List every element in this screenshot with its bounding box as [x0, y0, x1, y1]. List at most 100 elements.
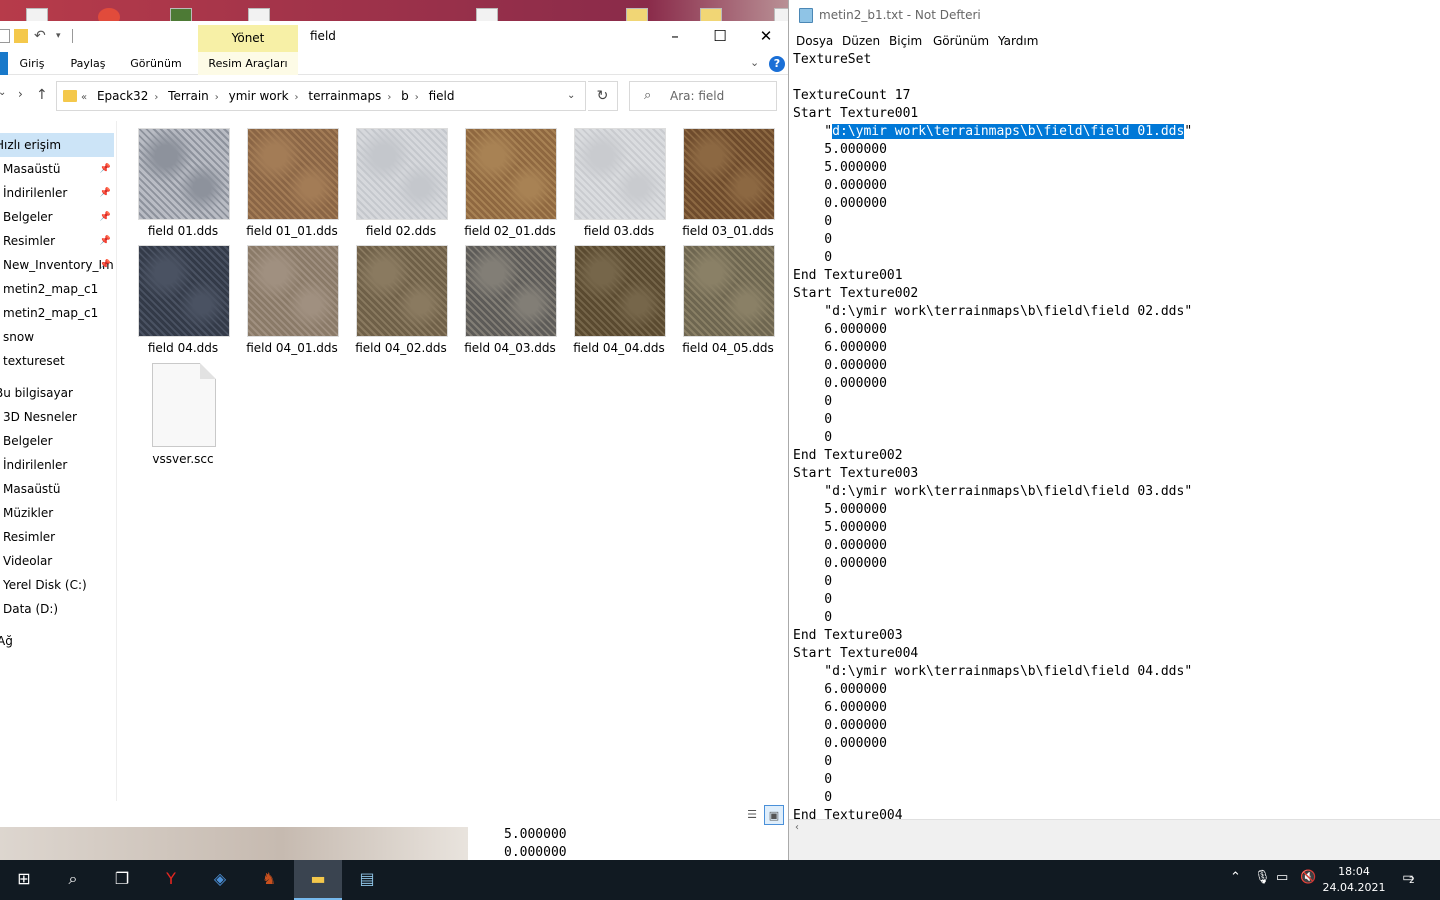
scroll-left-icon[interactable]: ‹ — [795, 822, 799, 833]
sidebar-item[interactable]: Masaüstü 📌 — [0, 157, 114, 181]
tab-share[interactable]: Paylaş — [62, 52, 114, 75]
help-icon[interactable]: ? — [769, 56, 785, 72]
desktop-file-icon[interactable] — [26, 8, 48, 22]
file-item[interactable]: field 04.dds — [130, 242, 236, 356]
address-dropdown-icon[interactable]: ⌄ — [567, 90, 575, 101]
sidebar-item[interactable]: New_Inventory_Im 📌 — [0, 253, 114, 277]
chevron-right-icon[interactable]: › — [295, 92, 299, 103]
properties-icon[interactable] — [0, 29, 10, 43]
menu-view[interactable]: Görünüm — [933, 34, 989, 48]
address-bar[interactable]: « Epack32 › Terrain › ymir work › terrainma… — [56, 81, 586, 111]
file-item[interactable]: field 04_03.dds — [457, 242, 563, 356]
file-item[interactable]: field 02.dds — [348, 125, 454, 239]
sidebar-item[interactable]: 3D Nesneler — [0, 405, 114, 429]
breadcrumb-item[interactable]: Terrain — [168, 89, 209, 103]
text-editor[interactable]: TextureSet TextureCount 17 Start Texture00… — [789, 51, 1440, 819]
sidebar-item[interactable]: Belgeler 📌 — [0, 205, 114, 229]
sidebar-item[interactable]: Yerel Disk (C:) — [0, 573, 114, 597]
maximize-button[interactable]: ☐ — [697, 21, 743, 52]
file-item[interactable]: field 04_04.dds — [566, 242, 672, 356]
sidebar-item[interactable]: Resimler 📌 — [0, 229, 114, 253]
chevron-right-icon[interactable]: › — [215, 92, 219, 103]
chevron-up-icon[interactable]: ⌃ — [1230, 870, 1241, 885]
sidebar-item[interactable]: İndirilenler 📌 — [0, 181, 114, 205]
breadcrumb-item[interactable]: terrainmaps — [308, 89, 381, 103]
notification-center-icon[interactable]: ▭ 2 — [1398, 870, 1418, 890]
sidebar-item[interactable]: Bu bilgisayar — [0, 381, 114, 405]
horizontal-scrollbar[interactable]: ‹ — [789, 819, 1440, 836]
microphone-icon[interactable]: 🎙 — [1254, 870, 1271, 885]
ribbon-file-tab[interactable] — [0, 52, 8, 75]
virtualbox-button[interactable]: ◈ — [196, 860, 244, 900]
breadcrumb-item[interactable]: Epack32 — [97, 89, 148, 103]
chevron-right-icon[interactable]: › — [415, 92, 419, 103]
recent-locations-icon[interactable]: ⌄ — [0, 87, 6, 98]
menu-file[interactable]: Dosya — [796, 34, 833, 48]
pin-icon[interactable]: 📌 — [100, 181, 111, 205]
sidebar-item[interactable]: Resimler — [0, 525, 114, 549]
file-item[interactable]: field 04_01.dds — [239, 242, 345, 356]
sidebar-item[interactable]: metin2_map_c1 — [0, 277, 114, 301]
game-app-button[interactable]: ♞ — [245, 860, 293, 900]
file-item[interactable]: field 01_01.dds — [239, 125, 345, 239]
sidebar-item[interactable]: Ağ — [0, 629, 114, 653]
file-item[interactable]: field 04_05.dds — [675, 242, 781, 356]
selected-text[interactable]: d:\ymir work\terrainmaps\b\field\field 0… — [832, 124, 1185, 139]
sidebar-item[interactable]: Belgeler — [0, 429, 114, 453]
desktop-document-icon-2[interactable] — [476, 8, 498, 22]
desktop-document-icon[interactable] — [248, 8, 270, 22]
ribbon-expand-icon[interactable]: ⌄ — [750, 56, 759, 69]
breadcrumb-overflow[interactable]: « — [81, 92, 87, 103]
volume-muted-icon[interactable]: 🔇 — [1300, 870, 1316, 885]
system-clock[interactable]: 18:04 24.04.2021 — [1322, 864, 1386, 896]
menu-help[interactable]: Yardım — [998, 34, 1038, 48]
sidebar-item[interactable]: Hızlı erişim — [0, 133, 114, 157]
network-icon[interactable]: ▭ — [1276, 870, 1288, 885]
sidebar-item[interactable]: snow — [0, 325, 114, 349]
chevron-right-icon[interactable]: › — [154, 92, 158, 103]
new-folder-icon[interactable] — [14, 29, 28, 43]
up-icon[interactable]: ↑ — [36, 87, 48, 103]
search-button[interactable]: ⌕ — [49, 860, 97, 900]
search-box[interactable]: ⌕ Ara: field — [629, 81, 777, 111]
context-tab-manage[interactable]: Yönet — [198, 25, 298, 52]
customize-qat-icon[interactable]: ▾ — [56, 29, 70, 43]
sidebar-item[interactable]: Data (D:) — [0, 597, 114, 621]
menu-format[interactable]: Biçim — [889, 34, 922, 48]
desktop-folder-icon[interactable] — [626, 8, 648, 22]
file-item[interactable]: field 02_01.dds — [457, 125, 563, 239]
close-button[interactable]: ✕ — [743, 21, 789, 52]
forward-icon[interactable]: › — [18, 87, 23, 101]
pin-icon[interactable]: 📌 — [100, 205, 111, 229]
details-view-icon[interactable]: ☰ — [742, 805, 762, 825]
file-item[interactable]: vssver.scc — [130, 363, 236, 477]
yandex-browser-button[interactable]: Y — [147, 860, 195, 900]
undo-icon[interactable]: ↶ — [34, 29, 48, 43]
tab-home[interactable]: Giriş — [12, 52, 52, 75]
sidebar-item[interactable]: Videolar — [0, 549, 114, 573]
file-item[interactable]: field 01.dds — [130, 125, 236, 239]
file-item[interactable]: field 04_02.dds — [348, 242, 454, 356]
breadcrumb-item[interactable]: b — [401, 89, 409, 103]
desktop-folder-icon-2[interactable] — [700, 8, 722, 22]
pin-icon[interactable]: 📌 — [100, 229, 111, 253]
menu-edit[interactable]: Düzen — [842, 34, 880, 48]
sidebar-item[interactable]: İndirilenler — [0, 453, 114, 477]
breadcrumb-item[interactable]: ymir work — [229, 89, 289, 103]
sidebar-item[interactable]: metin2_map_c1 — [0, 301, 114, 325]
minimize-button[interactable]: – — [652, 21, 698, 52]
sidebar-item[interactable]: Masaüstü — [0, 477, 114, 501]
refresh-icon[interactable]: ↻ — [588, 81, 618, 111]
task-view-button[interactable]: ❐ — [98, 860, 146, 900]
sidebar-item[interactable]: Müzikler — [0, 501, 114, 525]
sidebar-item[interactable]: textureset — [0, 349, 114, 373]
tab-picture-tools[interactable]: Resim Araçları — [198, 52, 298, 75]
pin-icon[interactable]: 📌 — [100, 157, 111, 181]
file-explorer-button[interactable]: ▬ — [294, 860, 342, 900]
desktop-image-icon[interactable] — [170, 8, 192, 22]
tab-view[interactable]: Görünüm — [124, 52, 188, 75]
notepad-button[interactable]: ▤ — [343, 860, 391, 900]
start-button[interactable]: ⊞ — [0, 860, 48, 900]
file-item[interactable]: field 03.dds — [566, 125, 672, 239]
pin-icon[interactable]: 📌 — [100, 253, 111, 277]
